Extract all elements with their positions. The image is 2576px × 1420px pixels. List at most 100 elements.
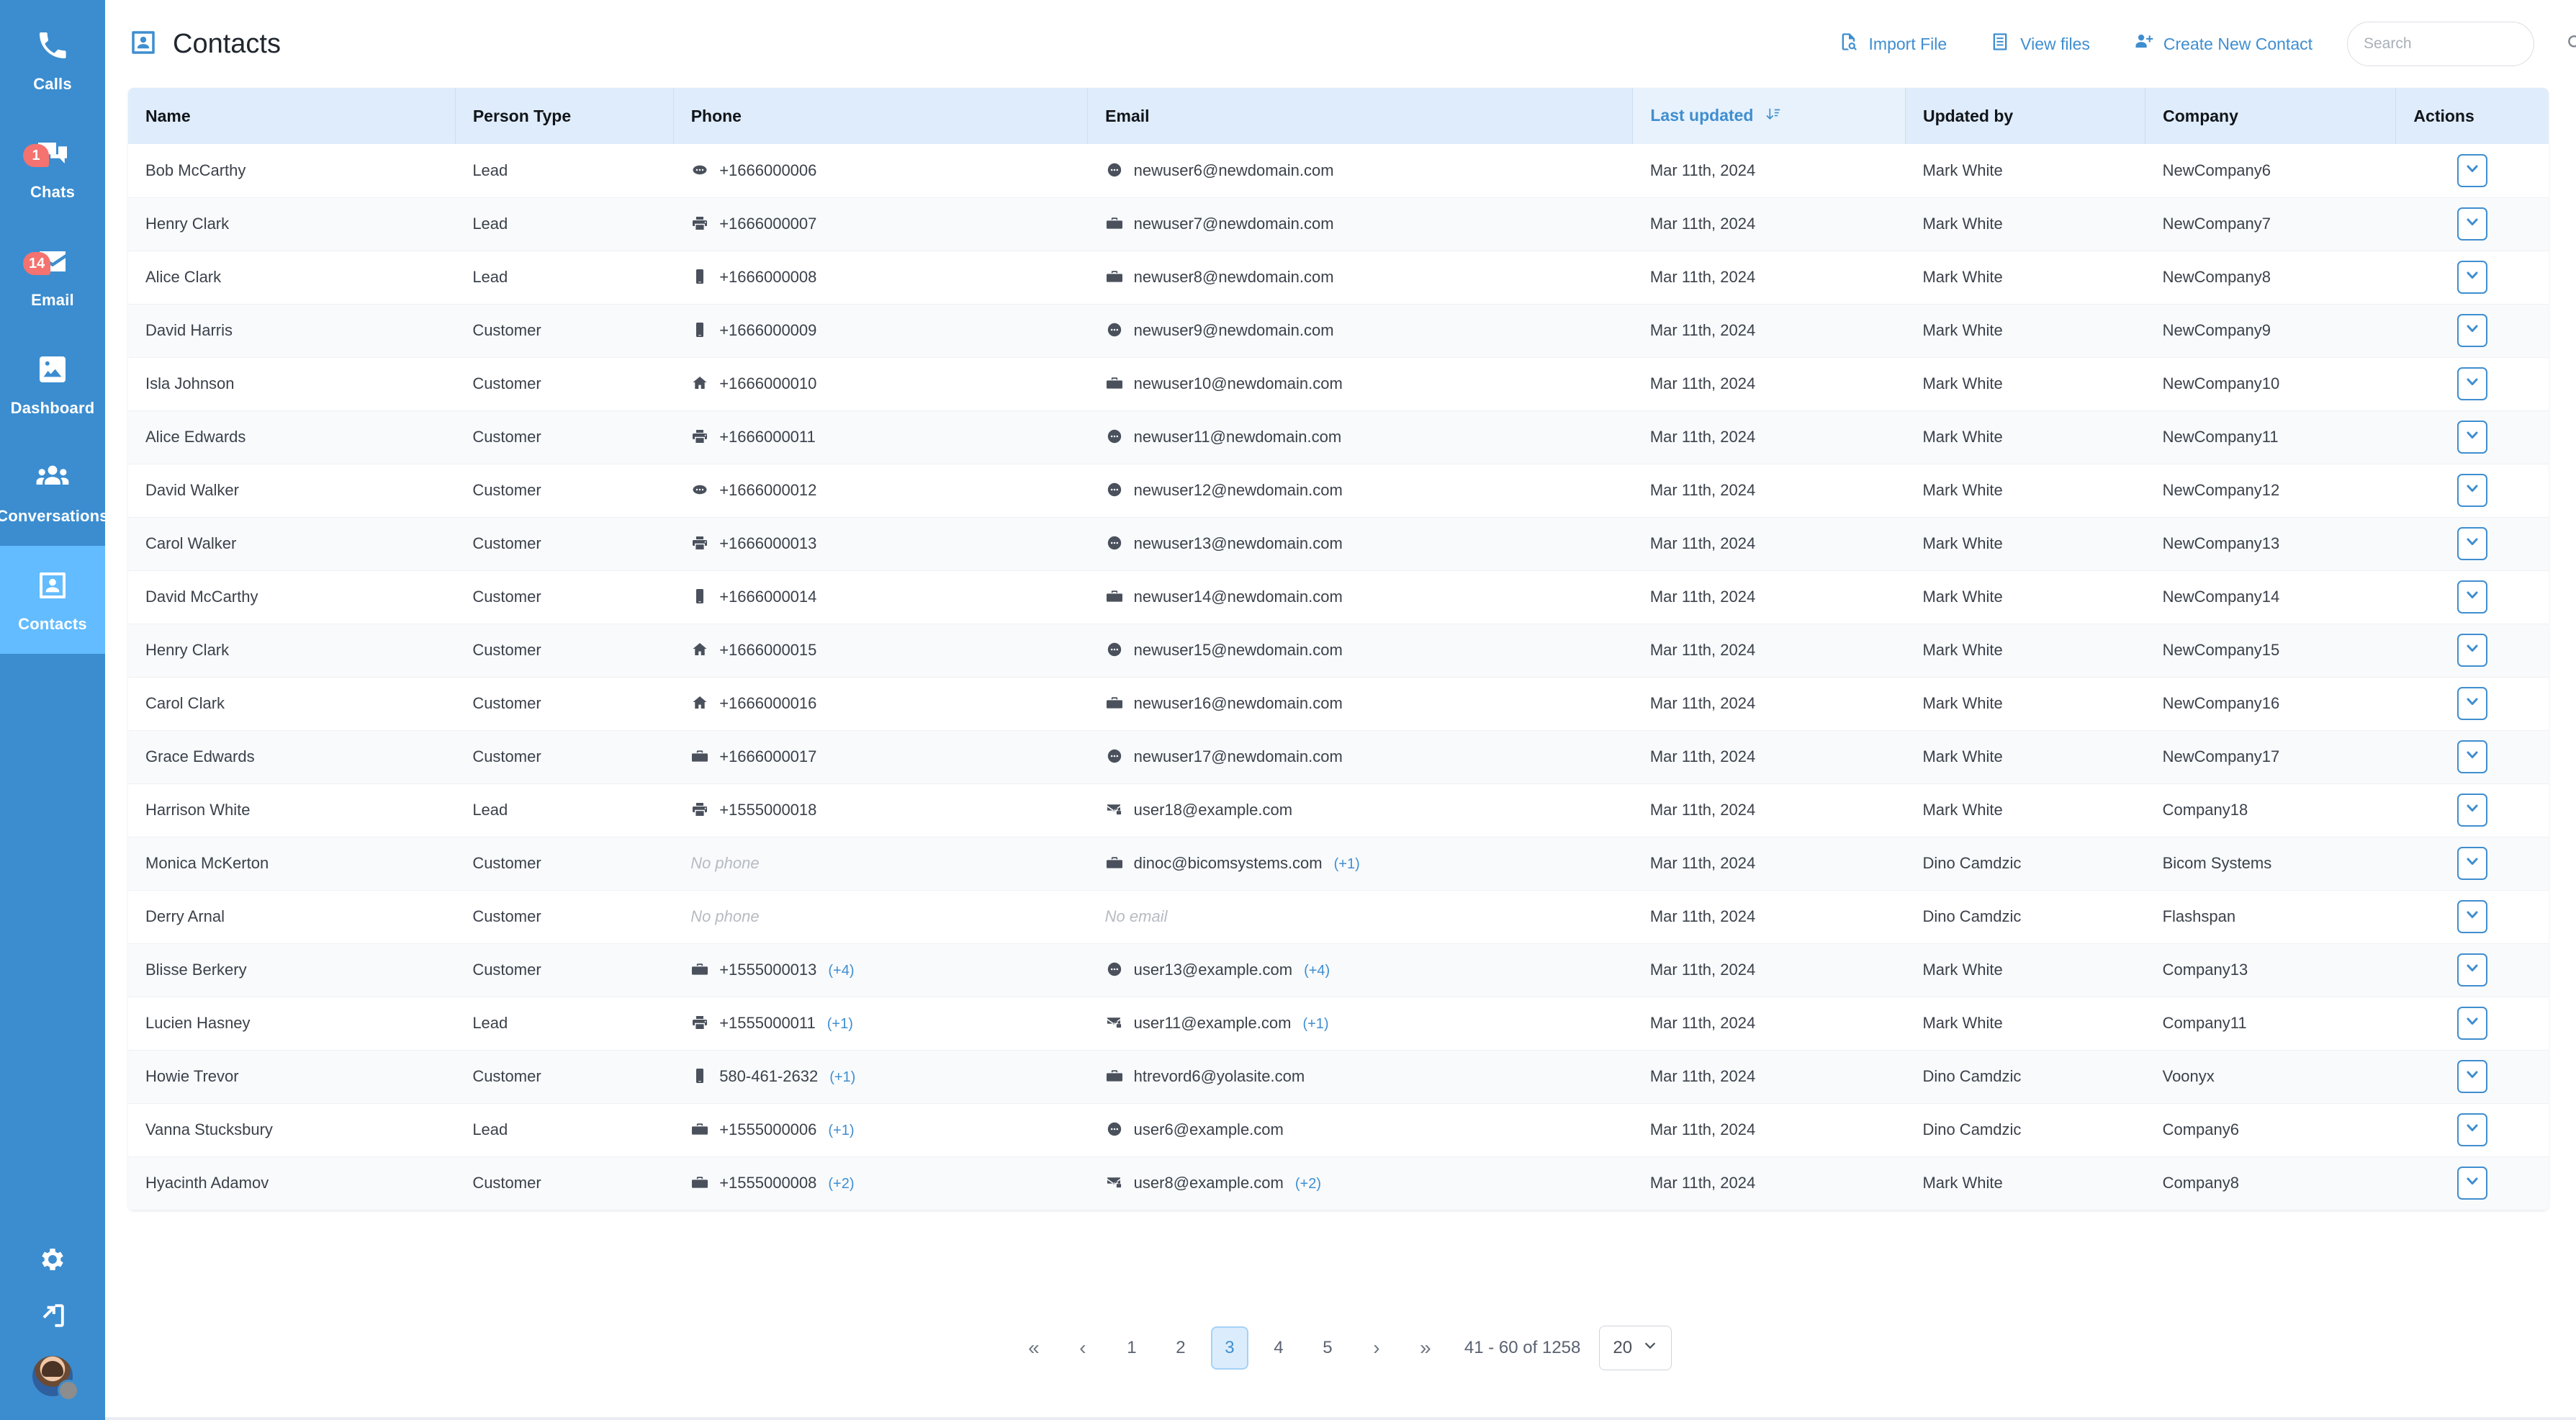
table-row[interactable]: Isla Johnson Customer +1666000010 newuser10…: [128, 357, 2549, 411]
email-more-count[interactable]: (+1): [1334, 856, 1360, 872]
pagination-page-4[interactable]: 4: [1260, 1326, 1297, 1370]
create-new-contact-button[interactable]: Create New Contact: [2112, 32, 2334, 56]
row-actions-button[interactable]: [2456, 527, 2487, 560]
table-row[interactable]: Carol Walker Customer +1666000013 newuser13…: [128, 517, 2549, 571]
sidebar-item-conversations[interactable]: Conversations: [0, 438, 109, 546]
chevron-down-boxed-icon: [2464, 320, 2481, 341]
column-header-company[interactable]: Company: [2145, 88, 2397, 144]
other-phone-icon: [690, 481, 709, 498]
cell-updated-by: Mark White: [1905, 197, 2145, 251]
row-actions-button[interactable]: [2456, 1113, 2487, 1146]
column-header-phone[interactable]: Phone: [673, 88, 1089, 144]
table-row[interactable]: Vanna Stucksbury Lead +1555000006 (+1) user6…: [128, 1103, 2549, 1157]
chat-icon: 1: [23, 134, 72, 173]
email-more-count[interactable]: (+4): [1304, 963, 1330, 979]
pagination-page-5[interactable]: 5: [1309, 1326, 1346, 1370]
last-updated-value: Mar 11th, 2024: [1649, 374, 1756, 392]
table-row[interactable]: Grace Edwards Customer +1666000017 newuser1…: [128, 730, 2549, 784]
row-actions-button[interactable]: [2456, 740, 2487, 773]
sidebar-item-chats[interactable]: 1 Chats: [0, 114, 105, 222]
row-actions-button[interactable]: [2456, 634, 2487, 667]
chevron-down-boxed-icon: [2464, 693, 2481, 714]
email-value: newuser12@newdomain.com: [1133, 481, 1343, 499]
table-row[interactable]: David McCarthy Customer +1666000014 newuser…: [128, 570, 2549, 624]
table-row[interactable]: David Harris Customer +1666000009 newuser9@…: [128, 304, 2549, 358]
row-actions-button[interactable]: [2456, 314, 2487, 347]
row-actions-button[interactable]: [2456, 207, 2487, 241]
column-header-name[interactable]: Name: [128, 88, 456, 144]
table-row[interactable]: Bob McCarthy Lead +1666000006 newuser6@newd…: [128, 144, 2549, 198]
work-icon: [1105, 694, 1124, 711]
table-row[interactable]: Lucien Hasney Lead +1555000011 (+1) user11@e…: [128, 997, 2549, 1051]
email-more-count[interactable]: (+1): [1302, 1016, 1328, 1032]
table-row[interactable]: Howie Trevor Customer 580-461-2632 (+1) htre…: [128, 1050, 2549, 1104]
table-row[interactable]: Alice Clark Lead +1666000008 newuser8@newdo…: [128, 251, 2549, 305]
search-box[interactable]: [2347, 22, 2576, 66]
phone-more-count[interactable]: (+2): [828, 1176, 854, 1192]
sidebar-item-dashboard[interactable]: Dashboard: [0, 330, 105, 438]
table-row[interactable]: Derry Arnal Customer No phone No email Mar 1…: [128, 890, 2549, 944]
row-actions-button[interactable]: [2456, 794, 2487, 827]
table-row[interactable]: Blisse Berkery Customer +1555000013 (+4) use…: [128, 943, 2549, 997]
import-file-button[interactable]: Import File: [1817, 32, 1969, 56]
cell-name: David Harris: [128, 304, 456, 358]
phone-more-count[interactable]: (+1): [827, 1016, 853, 1032]
cell-name: Monica McKerton: [128, 837, 456, 891]
row-actions-button[interactable]: [2456, 900, 2487, 933]
sidebar-item-contacts[interactable]: Contacts: [0, 546, 105, 654]
table-row[interactable]: Carol Clark Customer +1666000016 newuser16@…: [128, 677, 2549, 731]
contact-name: Grace Edwards: [145, 747, 255, 765]
column-header-updated-by[interactable]: Updated by: [1905, 88, 2146, 144]
row-actions-button[interactable]: [2456, 474, 2487, 507]
row-actions-button[interactable]: [2456, 847, 2487, 880]
phone-more-count[interactable]: (+1): [828, 1123, 854, 1138]
row-actions-button[interactable]: [2456, 367, 2487, 400]
page-size-select[interactable]: 20: [1599, 1325, 1672, 1370]
row-actions-button[interactable]: [2456, 953, 2487, 987]
cell-email: newuser11@newdomain.com: [1087, 410, 1633, 464]
table-row[interactable]: Henry Clark Customer +1666000015 newuser15@…: [128, 624, 2549, 678]
cell-name: Grace Edwards: [128, 730, 456, 784]
search-input[interactable]: [2364, 35, 2559, 53]
cell-phone: +1666000012: [673, 464, 1088, 518]
sidebar-item-email[interactable]: 14 Email: [0, 222, 105, 330]
column-label: Person Type: [472, 106, 572, 125]
table-row[interactable]: David Walker Customer +1666000012 newuser12…: [128, 464, 2549, 518]
row-actions-button[interactable]: [2456, 580, 2487, 614]
table-row[interactable]: Alice Edwards Customer +1666000011 newuser1…: [128, 410, 2549, 464]
cell-name: Carol Clark: [128, 677, 456, 731]
row-actions-button[interactable]: [2456, 687, 2487, 720]
row-actions-button[interactable]: [2456, 1007, 2487, 1040]
column-header-last-updated[interactable]: Last updated: [1632, 88, 1906, 144]
row-actions-button[interactable]: [2456, 153, 2487, 187]
logout-button[interactable]: [0, 1289, 105, 1345]
table-row[interactable]: Henry Clark Lead +1666000007 newuser7@newdo…: [128, 197, 2549, 251]
phone-more-count[interactable]: (+4): [828, 963, 854, 979]
pagination-next-button[interactable]: ›: [1358, 1326, 1395, 1370]
row-actions-button[interactable]: [2456, 1167, 2487, 1200]
row-actions-button[interactable]: [2456, 261, 2487, 294]
column-header-person-type[interactable]: Person Type: [455, 88, 674, 144]
row-actions-button[interactable]: [2456, 1060, 2487, 1093]
row-actions-button[interactable]: [2456, 421, 2487, 454]
table-row[interactable]: Harrison White Lead +1555000018 user18@exam…: [128, 783, 2549, 837]
table-row[interactable]: Hyacinth Adamov Customer +1555000008 (+2) us…: [128, 1156, 2549, 1210]
pagination-page-2[interactable]: 2: [1162, 1326, 1199, 1370]
sidebar-item-calls[interactable]: Calls: [0, 6, 105, 114]
fax-icon: [690, 534, 709, 552]
email-more-count[interactable]: (+2): [1295, 1176, 1321, 1192]
user-avatar-button[interactable]: [0, 1345, 105, 1407]
sort-descending-icon[interactable]: [1765, 107, 1781, 127]
phone-more-count[interactable]: (+1): [829, 1069, 855, 1085]
contact-name: Henry Clark: [145, 641, 230, 659]
pagination-page-1[interactable]: 1: [1113, 1326, 1150, 1370]
email-value: newuser17@newdomain.com: [1133, 747, 1343, 765]
column-header-email[interactable]: Email: [1087, 88, 1634, 144]
view-files-button[interactable]: View files: [1968, 32, 2112, 56]
table-row[interactable]: Monica McKerton Customer No phone dinoc@bic…: [128, 837, 2549, 891]
pagination-page-3[interactable]: 3: [1210, 1326, 1248, 1370]
settings-button[interactable]: [0, 1233, 105, 1289]
pagination-prev-button[interactable]: ‹: [1064, 1326, 1102, 1370]
pagination-last-button[interactable]: »: [1407, 1326, 1444, 1370]
pagination-first-button[interactable]: «: [1015, 1326, 1053, 1370]
